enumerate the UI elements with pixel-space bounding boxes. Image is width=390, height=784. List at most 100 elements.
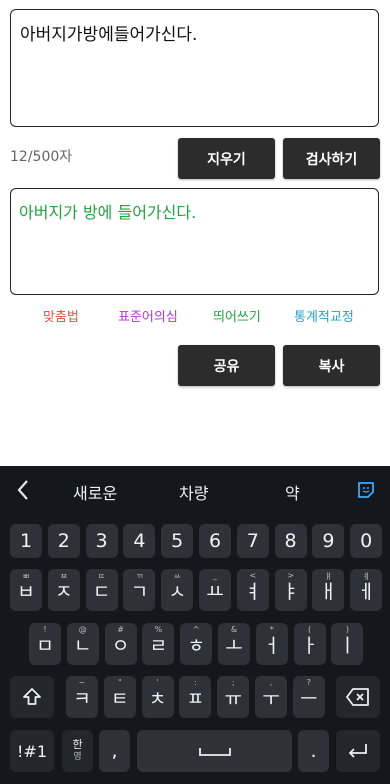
key-1-row1[interactable]: ㅃㅂ (10, 569, 42, 611)
key-label: 2 (57, 530, 70, 552)
key-label: 4 (133, 530, 146, 552)
key-3-row3[interactable]: ' ㅊ (141, 676, 174, 718)
result-box: 아버지가 방에 들어가신다. (10, 188, 379, 295)
enter-icon (348, 744, 367, 758)
key-label: ㅏ (300, 634, 319, 657)
key-label: ㅓ (263, 634, 281, 657)
shift-icon (23, 688, 41, 705)
key-2-row1[interactable]: ㅉㅈ (47, 569, 80, 611)
key-5-row3[interactable]: ; ㅠ (217, 676, 250, 718)
comma-key[interactable]: , (99, 730, 130, 772)
copy-button[interactable]: 복사 (283, 345, 380, 386)
key-hint: : (194, 678, 197, 687)
key-label: ㅎ (187, 634, 205, 657)
key-hint: ; (231, 678, 235, 687)
key-5-row1[interactable]: ㅆㅅ (161, 569, 194, 611)
key-label: ㄴ (74, 634, 92, 657)
symbols-key[interactable]: !#1 (10, 730, 54, 772)
key-3-row2[interactable]: # ㅇ (104, 623, 137, 665)
key-8-row2[interactable]: (ㅏ (293, 623, 326, 665)
clear-button[interactable]: 지우기 (178, 138, 275, 179)
key-label: ㅇ (111, 634, 130, 657)
space-key[interactable] (137, 730, 292, 772)
key-label: 9 (322, 530, 335, 552)
legend-standard-language: 표준어의심 (118, 310, 178, 325)
number-key-3[interactable]: 3 (85, 524, 118, 558)
check-button-label: 검사하기 (305, 151, 358, 168)
chevron-left-icon[interactable] (14, 478, 34, 502)
key-label: ㅕ (244, 580, 262, 603)
backspace-icon (346, 688, 369, 706)
share-button[interactable]: 공유 (178, 345, 275, 386)
key-hint: ~ (78, 678, 86, 687)
key-hint: > (287, 571, 294, 580)
enter-key[interactable] (336, 730, 380, 772)
key-5-row2[interactable]: ^ ㅎ (180, 623, 213, 665)
sticker-icon[interactable] (356, 480, 376, 500)
number-key-4[interactable]: 4 (123, 524, 156, 558)
key-1-row3[interactable]: ~ ㅋ (66, 676, 98, 718)
suggestion-3[interactable]: 약 (285, 480, 300, 504)
key-2-row3[interactable]: " ㅌ (103, 676, 136, 718)
key-3-row1[interactable]: ㄸㄷ (85, 569, 118, 611)
key-hint: ㅖ (362, 572, 370, 581)
keyboard: 새로운 차량 약 !#1 한 영 , . 1 2 3 456789 0 ㅃㅂㅉㅈㄸㄷㄲㄱㅆ… (0, 466, 390, 784)
key-7-row3[interactable]: ? ㅡ (292, 676, 325, 718)
language-key[interactable]: 한 영 (62, 730, 93, 772)
number-key-2[interactable]: 2 (47, 524, 80, 558)
number-key-6[interactable]: 6 (199, 524, 231, 558)
key-6-row2[interactable]: & ㅗ (218, 623, 250, 665)
suggestion-2[interactable]: 차량 (179, 480, 208, 504)
number-key-8[interactable]: 8 (274, 524, 307, 558)
key-label: 3 (95, 530, 108, 552)
number-key-9[interactable]: 9 (312, 524, 345, 558)
number-key-7[interactable]: 7 (236, 524, 269, 558)
key-label: ㅌ (111, 687, 129, 710)
key-9-row1[interactable]: ㅒㅐ (312, 569, 345, 611)
key-hint: # (117, 625, 124, 634)
symbols-key-label: !#1 (17, 741, 47, 761)
key-label: ㅜ (262, 687, 280, 710)
key-4-row3[interactable]: :ㅍ (179, 676, 212, 718)
key-label: 6 (208, 530, 222, 552)
key-label: ㄹ (149, 634, 168, 657)
key-hint: ㅃ (22, 572, 30, 581)
text-input-box[interactable]: 아버지가방에들어가신다. (10, 9, 379, 127)
key-hint: ) (345, 625, 349, 634)
key-6-row3[interactable]: ,ㅜ (255, 676, 287, 718)
key-9-row2[interactable]: ) ㅣ (331, 623, 364, 665)
number-key-5[interactable]: 5 (161, 524, 194, 558)
number-key-0[interactable]: 0 (350, 524, 383, 558)
check-button[interactable]: 검사하기 (283, 138, 380, 179)
key-hint: ' (156, 678, 159, 687)
key-7-row2[interactable]: * ㅓ (255, 623, 288, 665)
key-hint: & (230, 625, 238, 634)
key-1-row2[interactable]: ! ㅁ (29, 623, 61, 665)
input-text: 아버지가방에들어가신다. (20, 25, 198, 45)
key-hint: _ (213, 571, 217, 580)
key-label: ㅋ (73, 687, 91, 710)
backspace-key[interactable] (336, 676, 380, 718)
key-hint: ㅉ (60, 572, 68, 581)
key-label: ㅊ (148, 687, 167, 710)
result-text: 아버지가 방에 들어가신다. (19, 203, 197, 222)
key-hint: ㄲ (135, 572, 144, 581)
key-label: 1 (19, 530, 33, 552)
legend-spacing: 띄어쓰기 (213, 310, 261, 325)
key-8-row1[interactable]: > ㅑ (274, 569, 307, 611)
shift-key[interactable] (10, 676, 54, 718)
key-4-row2[interactable]: % ㄹ (142, 623, 175, 665)
number-key-1[interactable]: 1 (10, 524, 42, 558)
key-hint: " (117, 678, 122, 687)
key-hint: % (154, 625, 163, 634)
key-label: ㅡ (300, 687, 318, 710)
period-key[interactable]: . (298, 730, 329, 772)
period-key-label: . (310, 740, 317, 762)
key-label: 0 (360, 530, 373, 552)
key-6-row1[interactable]: _ ㅛ (199, 569, 231, 611)
key-2-row2[interactable]: @ ㄴ (66, 623, 99, 665)
key-10-row1[interactable]: ㅖㅔ (350, 569, 383, 611)
suggestion-1[interactable]: 새로운 (73, 480, 117, 504)
key-7-row1[interactable]: < ㅕ (236, 569, 269, 611)
key-4-row1[interactable]: ㄲㄱ (123, 569, 156, 611)
